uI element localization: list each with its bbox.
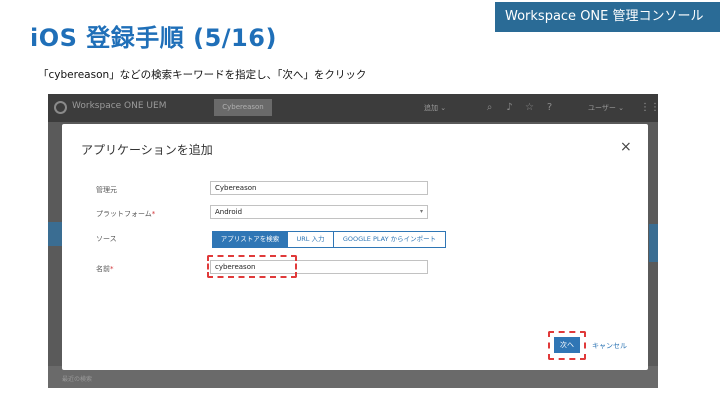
- app-name: Workspace ONE UEM: [72, 101, 167, 111]
- source-app-store-button[interactable]: アプリストアを検索: [212, 231, 288, 248]
- instruction-text: 「cybereason」などの検索キーワードを指定し、「次へ」をクリック: [38, 69, 367, 81]
- modal-title: アプリケーションを追加: [81, 143, 213, 157]
- app-grid-icon[interactable]: ⋮⋮: [640, 102, 658, 113]
- star-icon[interactable]: ☆: [524, 102, 535, 113]
- platform-label: プラットフォーム*: [96, 210, 156, 218]
- source-label: ソース: [96, 235, 117, 243]
- cancel-button[interactable]: キャンセル: [592, 341, 627, 351]
- user-menu[interactable]: ユーザー ⌄: [588, 103, 624, 113]
- name-label: 名前*: [96, 265, 114, 273]
- platform-select[interactable]: Android ▾: [210, 205, 428, 219]
- side-panel-tab[interactable]: [649, 224, 658, 262]
- background-row-text: 最近の検索: [62, 376, 93, 383]
- slide-title: iOS 登録手順 (5/16): [30, 24, 277, 52]
- source-google-play-button[interactable]: GOOGLE PLAY からインポート: [334, 231, 446, 248]
- add-menu[interactable]: 追加 ⌄: [424, 103, 446, 113]
- next-highlight-box: [548, 331, 586, 360]
- console-screenshot: Workspace ONE UEM Cybereason 追加 ⌄ ⌕ ♪ ☆ …: [48, 94, 658, 388]
- help-icon[interactable]: ?: [544, 102, 555, 113]
- source-segmented-control: アプリストアを検索 URL 入力 GOOGLE PLAY からインポート: [212, 231, 446, 248]
- managed-by-field[interactable]: Cybereason: [210, 181, 428, 195]
- header-badge: Workspace ONE 管理コンソール: [495, 2, 720, 32]
- source-url-button[interactable]: URL 入力: [288, 231, 334, 248]
- close-icon[interactable]: ×: [620, 139, 632, 155]
- name-highlight-box: [207, 255, 297, 278]
- logo-icon: [54, 101, 67, 114]
- org-selector[interactable]: Cybereason: [214, 99, 272, 116]
- search-icon[interactable]: ⌕: [484, 102, 495, 113]
- app-topbar: Workspace ONE UEM Cybereason 追加 ⌄ ⌕ ♪ ☆ …: [48, 94, 658, 122]
- chevron-down-icon: ▾: [419, 208, 423, 215]
- add-application-modal: アプリケーションを追加 × 管理元 Cybereason プラットフォーム* A…: [62, 124, 648, 370]
- managed-by-label: 管理元: [96, 186, 117, 194]
- bell-icon[interactable]: ♪: [504, 102, 515, 113]
- platform-value: Android: [215, 208, 243, 216]
